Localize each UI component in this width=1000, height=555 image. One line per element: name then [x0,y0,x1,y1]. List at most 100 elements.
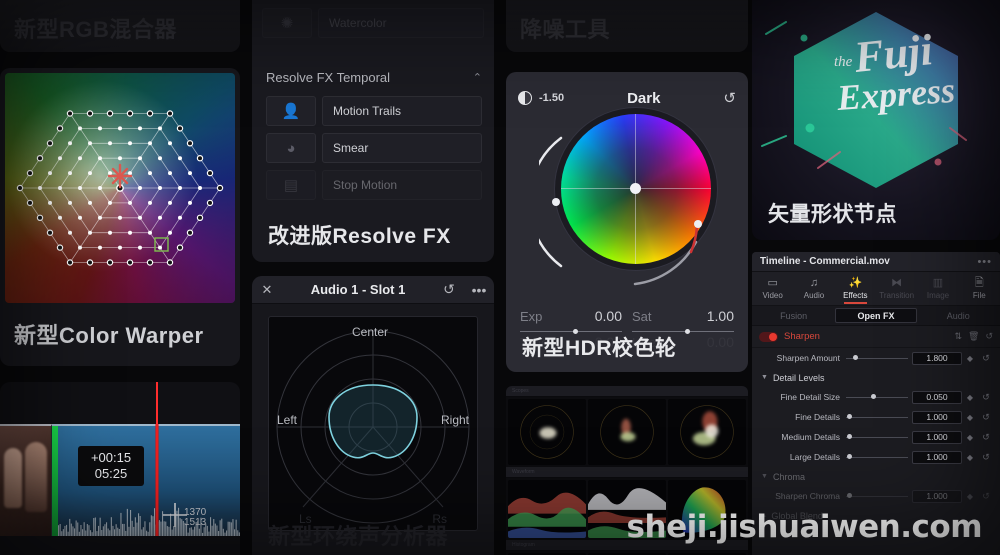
reset-icon[interactable]: ↺ [978,353,994,364]
param-slider[interactable] [846,388,908,406]
vectorscope-3[interactable] [668,399,746,465]
hdr-color-wheel-card: -1.50 Dark ↺ Exp 0.00 Sat 1.00 Tone 0.00… [506,72,748,372]
tab-label: Image [926,290,950,300]
param-value[interactable]: 1.000 [912,410,962,424]
clip-coordinates: 1370 1513 [184,508,206,528]
vector-shape-caption: 矢量形状节点 [768,203,897,226]
reset-icon[interactable]: ↺ [978,432,994,443]
slider-knob[interactable] [847,434,853,439]
histogram-toolbar-label: Histogram [512,542,535,548]
param-value[interactable]: 1.000 [912,450,962,464]
reset-icon[interactable]: ↺ [978,392,994,403]
tab-audio[interactable]: ♫ Audio [793,272,834,305]
param-value[interactable]: 0.050 [912,390,962,404]
slider-value: 0.00 [594,308,622,324]
tab-effects[interactable]: ✨ Effects [835,272,876,305]
keyframe-icon[interactable]: ◆ [962,492,978,501]
timeline-strip[interactable]: 1370 1513 +00:15 05:25 [0,382,240,536]
fx-item-smear[interactable]: ◕ Smear [266,133,482,163]
keyframe-icon[interactable]: ◆ [962,453,978,462]
hdr-slider-exp[interactable]: Exp 0.00 [520,308,622,334]
fx-item-motion-trails[interactable]: 👤 Motion Trails [266,96,482,126]
histogram-row [506,551,748,555]
fx-item-watercolor[interactable]: ✺ Watercolor [262,6,484,40]
param-label: Large Details [789,452,840,462]
slider-knob[interactable] [847,454,853,459]
param-slider[interactable] [846,428,908,446]
hdr-zone-name: Dark [627,89,661,107]
noise-reduction-card: 降噪工具 [506,0,748,52]
section-chroma[interactable]: ▼ Chroma [752,467,1000,486]
reset-icon[interactable]: ↺ [723,89,736,107]
reset-icon[interactable]: ↺ [434,281,464,298]
param-medium-details: Medium Details 1.000 ◆ ↺ [752,427,1000,447]
subtab-audio[interactable]: Audio [919,308,998,323]
parade-graph [508,492,586,538]
vectorscope-2[interactable] [588,399,666,465]
chevron-down-icon: ▼ [761,473,768,480]
reset-icon[interactable]: ↺ [978,452,994,463]
scopes-toolbar[interactable]: Scopes [506,386,748,397]
hdr-slider-sat[interactable]: Sat 1.00 [632,308,734,334]
trash-icon[interactable]: 🗑 [968,331,979,342]
slider-knob[interactable] [847,414,853,419]
close-icon[interactable]: ✕ [252,282,282,298]
color-warper-card: 新型Color Warper [0,68,240,366]
fx-label: Motion Trails [322,96,482,126]
fx-item-stop-motion[interactable]: ▤ Stop Motion [266,170,482,200]
contrast-icon[interactable] [518,91,532,105]
keyframe-icon[interactable]: ◆ [962,393,978,402]
vectorscope-1[interactable] [508,399,586,465]
reorder-icon[interactable]: ⇅ [954,331,962,342]
slider-label: Sat [632,309,652,324]
tab-video[interactable]: ▭ Video [752,272,793,305]
tab-image[interactable]: ▥ Image [917,272,958,305]
param-slider[interactable] [846,487,908,505]
subtab-fusion[interactable]: Fusion [754,308,833,323]
label-center: Center [352,325,389,339]
chevron-up-icon[interactable]: ⌃ [473,71,482,84]
param-slider[interactable] [846,448,908,466]
waveform-toolbar[interactable]: Waveform [506,467,748,478]
more-options-icon[interactable]: ••• [464,282,494,298]
section-detail-levels[interactable]: ▼ Detail Levels [752,368,1000,387]
rgb-parade-scope[interactable] [508,480,586,538]
keyframe-icon[interactable]: ◆ [962,354,978,363]
param-slider[interactable] [846,349,908,367]
effect-enable-toggle[interactable] [759,331,778,342]
playhead[interactable] [155,382,159,536]
resolve-fx-caption: 改进版Resolve FX [268,225,451,248]
coord-y: 1513 [184,517,207,528]
slider-knob[interactable] [685,329,691,334]
param-slider[interactable] [846,408,908,426]
slider-knob[interactable] [847,493,853,498]
fx-group-header[interactable]: Resolve FX Temporal ⌃ [266,70,482,85]
keyframe-icon[interactable]: ◆ [962,413,978,422]
more-options-icon[interactable]: ••• [977,256,992,268]
slider-knob[interactable] [870,394,876,399]
color-warper-grid[interactable] [5,73,235,303]
smear-icon: ◕ [266,133,316,163]
param-label: Fine Details [795,412,840,422]
param-value[interactable]: 1.000 [912,430,962,444]
param-sharpen-chroma: Sharpen Chroma 1.000 ◆ ↺ [752,486,1000,506]
param-sharpen-amount: Sharpen Amount 1.800 ◆ ↺ [752,348,1000,368]
fx-label: Smear [322,133,482,163]
hdr-wheel-widget[interactable] [539,114,715,290]
reset-icon[interactable]: ↺ [978,412,994,423]
subtab-openfx[interactable]: Open FX [835,308,917,323]
surround-sound-plot[interactable]: Center Left Right Ls Rs [268,316,478,531]
param-value[interactable]: 1.000 [912,489,962,503]
section-label: Detail Levels [772,372,825,383]
reset-icon[interactable]: ↺ [985,331,993,342]
tab-file[interactable]: 🗎 File [959,272,1000,305]
noise-reduction-caption: 降噪工具 [520,17,611,42]
tab-transition[interactable]: ⧓ Transition [876,272,917,305]
effect-header-sharpen: Sharpen ⇅ 🗑 ↺ [752,326,1000,348]
slider-knob[interactable] [853,355,859,360]
keyframe-icon[interactable]: ◆ [962,433,978,442]
logo-express: Express [835,70,957,118]
param-value[interactable]: 1.800 [912,351,962,365]
tab-label: Effects [843,290,868,300]
reset-icon[interactable]: ↺ [978,491,994,502]
